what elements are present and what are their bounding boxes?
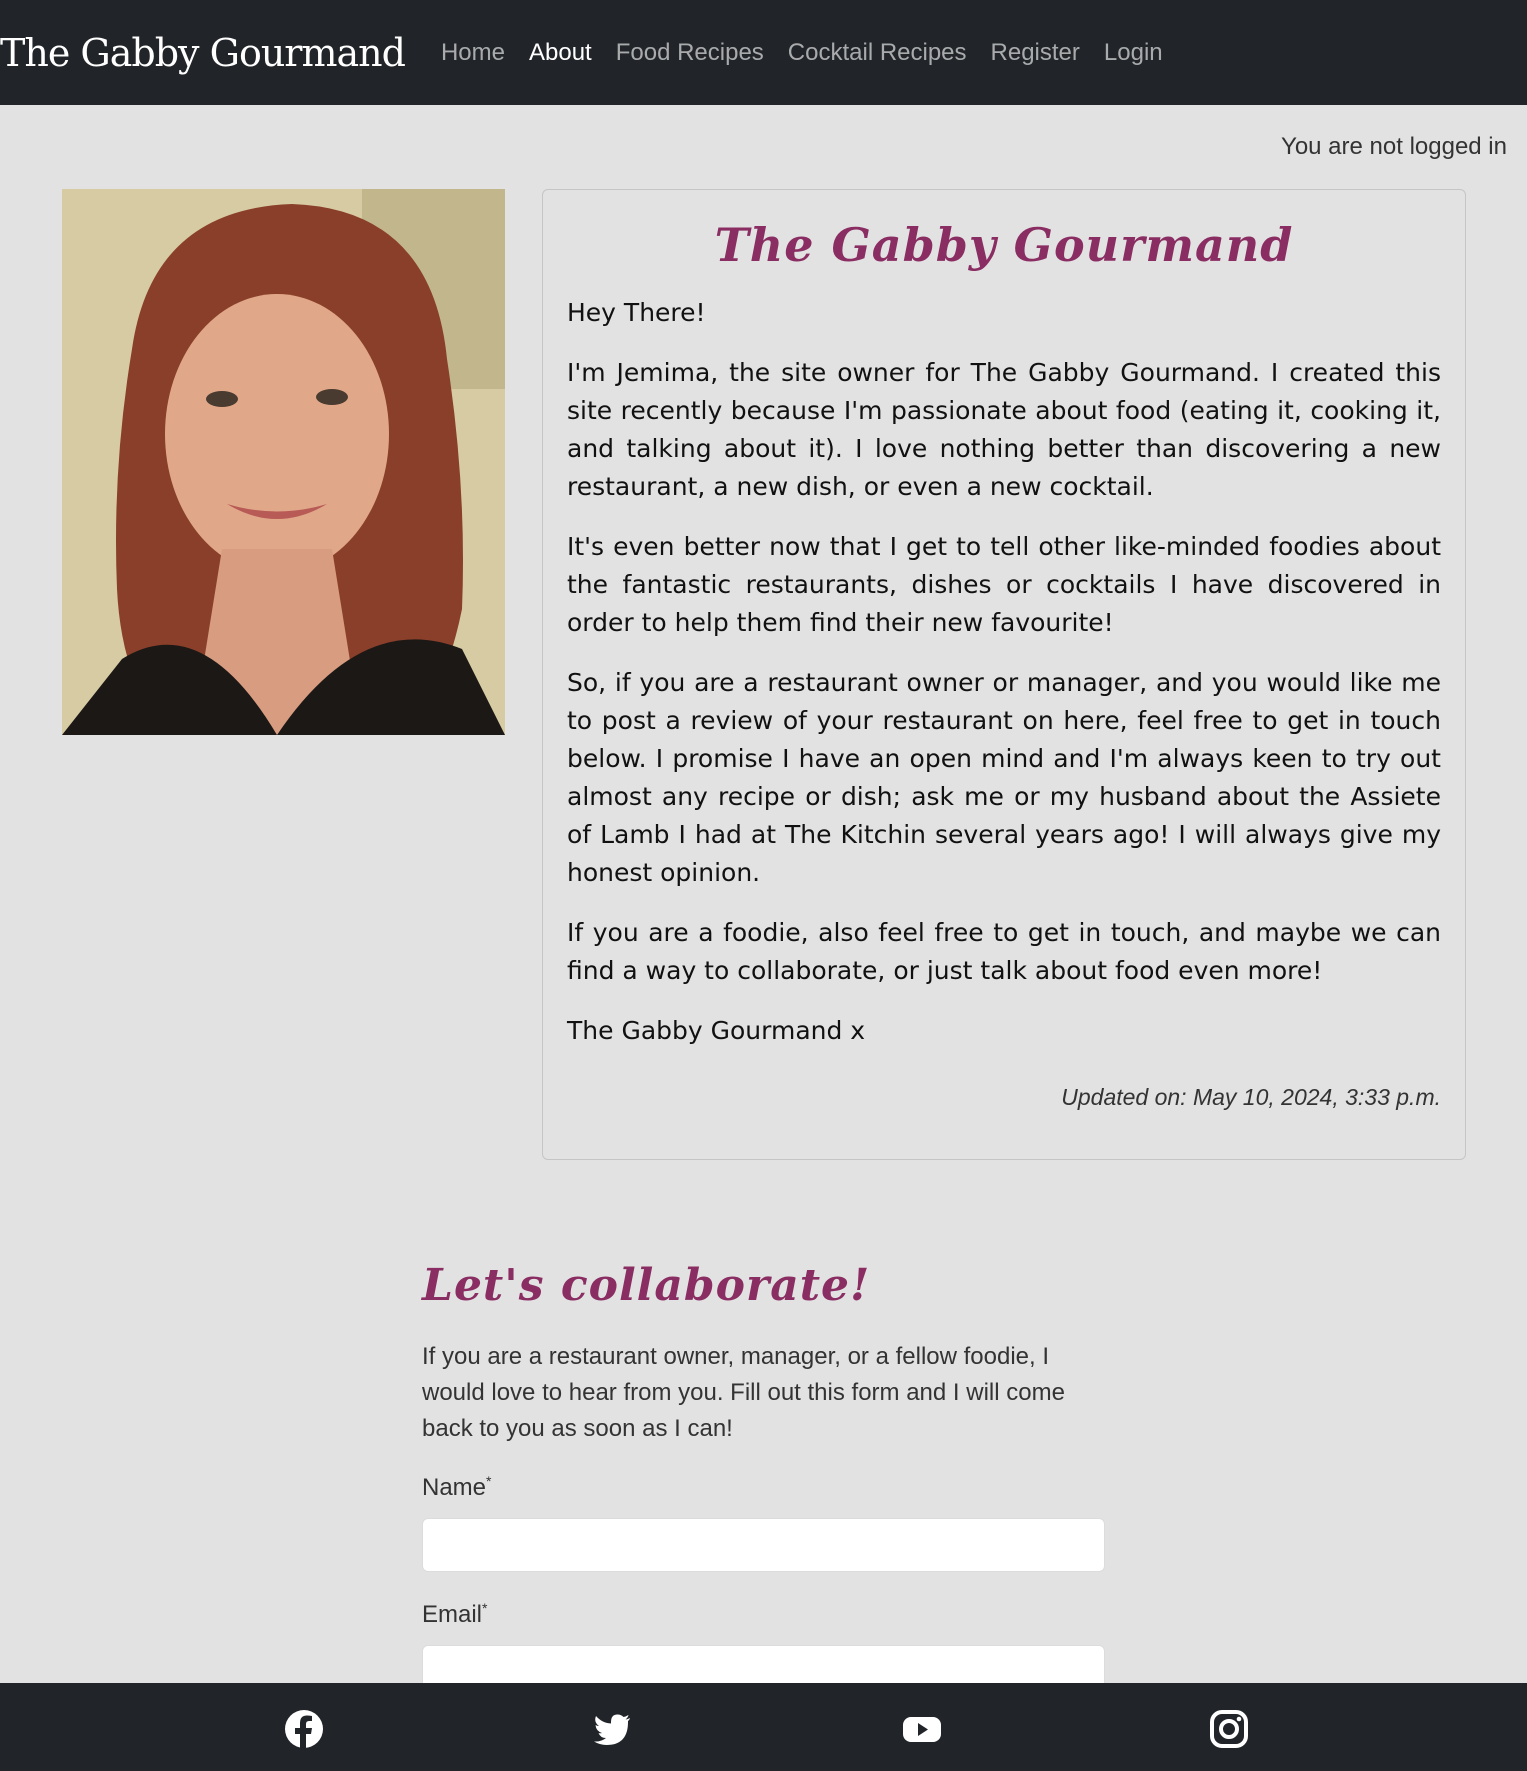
nav-register[interactable]: Register [991,39,1080,67]
about-paragraph: It's even better now that I get to tell … [567,532,1441,637]
about-card: The Gabby Gourmand Hey There! I'm Jemima… [542,189,1466,1160]
twitter-icon[interactable] [591,1708,633,1750]
collaborate-intro: If you are a restaurant owner, manager, … [422,1343,1065,1442]
collaborate-heading: Let's collaborate! [422,1260,871,1311]
facebook-icon[interactable] [283,1708,325,1750]
about-signature: The Gabby Gourmand x [567,1016,866,1045]
about-paragraph: If you are a foodie, also feel free to g… [567,918,1441,985]
about-paragraph: So, if you are a restaurant owner or man… [567,668,1441,887]
instagram-icon[interactable] [1208,1708,1250,1750]
youtube-icon[interactable] [901,1708,943,1750]
updated-timestamp: Updated on: May 10, 2024, 3:33 p.m. [1061,1084,1441,1110]
top-navbar: The Gabby Gourmand Home About Food Recip… [0,0,1527,105]
nav-food-recipes[interactable]: Food Recipes [616,39,764,67]
about-paragraph: Hey There! [567,298,706,327]
brand-logo[interactable]: The Gabby Gourmand [0,31,406,75]
collaborate-section: Let's collaborate! If you are a restaura… [422,1260,1105,1727]
nav-cocktail-recipes[interactable]: Cocktail Recipes [788,39,967,67]
profile-photo [62,189,505,735]
nav-home[interactable]: Home [441,39,505,67]
name-label: Name* [422,1473,492,1501]
email-label: Email* [422,1600,488,1628]
login-status: You are not logged in [1281,133,1507,160]
nav-login[interactable]: Login [1104,39,1163,67]
nav-about[interactable]: About [529,39,592,67]
footer [0,1683,1527,1771]
about-paragraph: I'm Jemima, the site owner for The Gabby… [567,358,1441,501]
name-field[interactable] [422,1518,1105,1572]
nav-links: Home About Food Recipes Cocktail Recipes… [441,39,1187,67]
about-title: The Gabby Gourmand [714,218,1294,272]
